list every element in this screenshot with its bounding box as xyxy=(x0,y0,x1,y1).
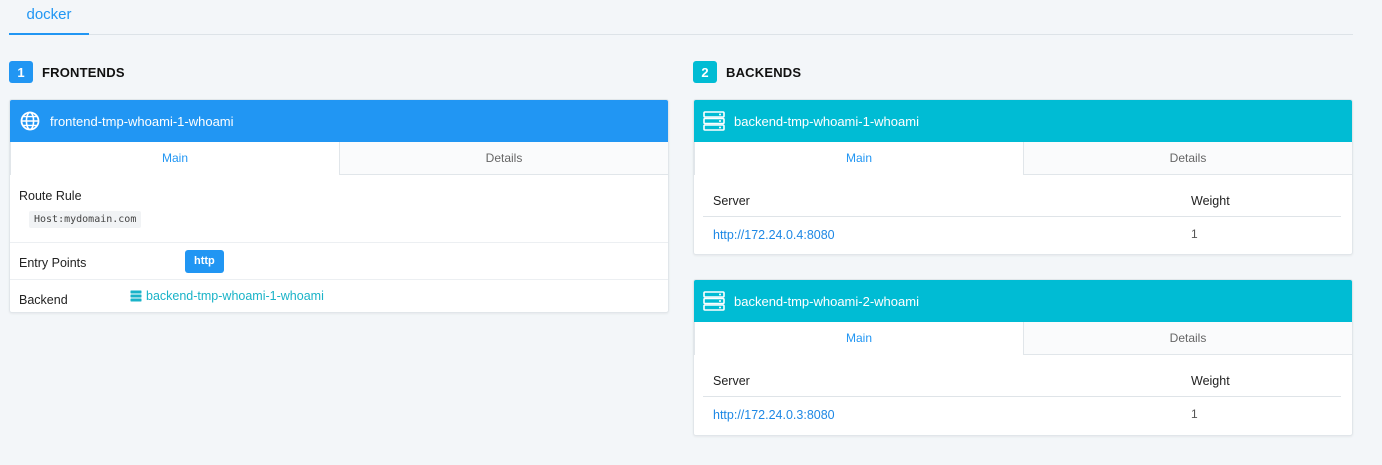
servers-table: Server Weight http://172.24.0.3:8080 1 xyxy=(703,355,1341,431)
frontends-title: FRONTENDS xyxy=(42,64,125,80)
backend-card-header: backend-tmp-whoami-1-whoami xyxy=(694,100,1352,142)
entry-points-row: Entry Points http xyxy=(10,243,668,280)
server-url-link[interactable]: http://172.24.0.3:8080 xyxy=(713,408,835,422)
weight-column-header: Weight xyxy=(1191,374,1230,388)
server-weight: 1 xyxy=(1191,227,1198,241)
route-rule-value: Host:mydomain.com xyxy=(29,211,142,228)
backend-card: backend-tmp-whoami-1-whoami Main Details… xyxy=(693,99,1353,255)
server-icon xyxy=(702,109,726,133)
frontend-card-header: frontend-tmp-whoami-1-whoami xyxy=(10,100,668,142)
tab-main[interactable]: Main xyxy=(694,322,1024,355)
servers-table: Server Weight http://172.24.0.4:8080 1 xyxy=(703,175,1341,251)
tab-main[interactable]: Main xyxy=(694,142,1024,175)
backend-link-text: backend-tmp-whoami-1-whoami xyxy=(146,289,324,303)
provider-tab-docker[interactable]: docker xyxy=(9,0,89,35)
provider-tab-bar: docker xyxy=(9,0,1353,35)
tab-details[interactable]: Details xyxy=(1024,322,1352,354)
backend-link[interactable]: backend-tmp-whoami-1-whoami xyxy=(130,289,324,303)
backend-card-header: backend-tmp-whoami-2-whoami xyxy=(694,280,1352,322)
server-column-header: Server xyxy=(713,194,750,208)
backend-card-tabs: Main Details xyxy=(694,142,1352,175)
backends-heading: 2 BACKENDS xyxy=(693,61,801,83)
backend-name: backend-tmp-whoami-2-whoami xyxy=(734,293,919,309)
frontends-count-badge: 1 xyxy=(9,61,33,83)
server-url-link[interactable]: http://172.24.0.4:8080 xyxy=(713,228,835,242)
route-rule-row: Route Rule Host:mydomain.com xyxy=(10,175,668,243)
backend-card: backend-tmp-whoami-2-whoami Main Details… xyxy=(693,279,1353,436)
table-row: http://172.24.0.3:8080 1 xyxy=(703,397,1341,431)
server-icon xyxy=(130,290,142,302)
frontend-card-tabs: Main Details xyxy=(10,142,668,175)
table-row: http://172.24.0.4:8080 1 xyxy=(703,217,1341,251)
frontend-card: frontend-tmp-whoami-1-whoami Main Detail… xyxy=(9,99,669,313)
backend-label: Backend xyxy=(19,293,68,307)
frontends-heading: 1 FRONTENDS xyxy=(9,61,125,83)
backend-row: Backend backend-tmp-whoami-1-whoami xyxy=(10,280,668,312)
servers-table-header: Server Weight xyxy=(703,175,1341,217)
weight-column-header: Weight xyxy=(1191,194,1230,208)
entry-points-label: Entry Points xyxy=(19,256,87,270)
entry-point-badge-http[interactable]: http xyxy=(185,250,224,273)
globe-icon xyxy=(18,109,42,133)
backends-title: BACKENDS xyxy=(726,64,802,80)
server-weight: 1 xyxy=(1191,407,1198,421)
server-column-header: Server xyxy=(713,374,750,388)
backend-name: backend-tmp-whoami-1-whoami xyxy=(734,113,919,129)
backend-card-tabs: Main Details xyxy=(694,322,1352,355)
server-icon xyxy=(702,289,726,313)
backends-count-badge: 2 xyxy=(693,61,717,83)
tab-details[interactable]: Details xyxy=(1024,142,1352,174)
route-rule-label: Route Rule xyxy=(19,189,82,203)
tab-details[interactable]: Details xyxy=(340,142,668,174)
servers-table-header: Server Weight xyxy=(703,355,1341,397)
tab-main[interactable]: Main xyxy=(10,142,340,175)
frontend-name: frontend-tmp-whoami-1-whoami xyxy=(50,113,234,129)
